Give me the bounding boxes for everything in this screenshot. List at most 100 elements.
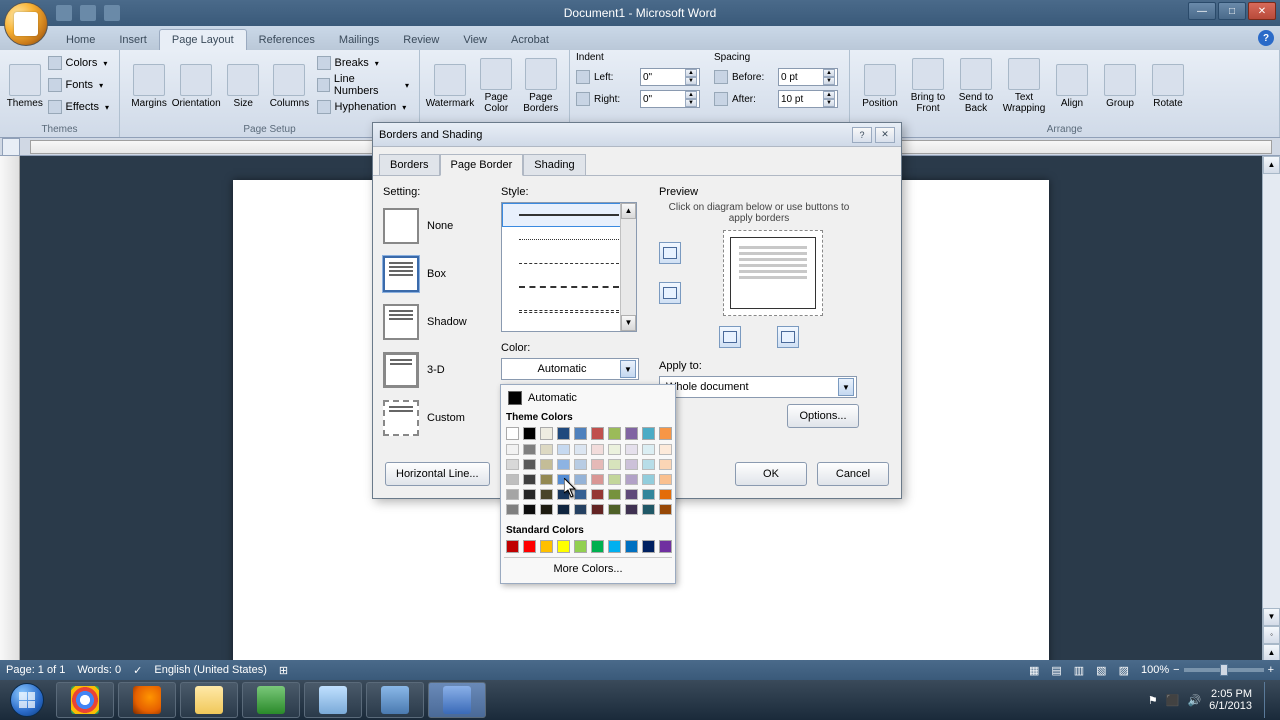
close-button[interactable]: ✕ bbox=[1248, 2, 1276, 20]
breaks-button[interactable]: Breaks▾ bbox=[313, 52, 414, 74]
color-swatch[interactable] bbox=[557, 427, 570, 440]
color-swatch[interactable] bbox=[642, 474, 655, 485]
text-wrap-button[interactable]: Text Wrapping bbox=[1000, 52, 1048, 120]
dialog-tab-shading[interactable]: Shading bbox=[523, 154, 585, 176]
columns-button[interactable]: Columns bbox=[266, 52, 312, 120]
color-swatch[interactable] bbox=[557, 444, 570, 455]
status-words[interactable]: Words: 0 bbox=[77, 664, 121, 676]
color-swatch[interactable] bbox=[659, 540, 672, 553]
tray-flag-icon[interactable]: ⚑ bbox=[1148, 694, 1158, 707]
style-list[interactable]: ▲▼ bbox=[501, 202, 637, 332]
color-swatch[interactable] bbox=[625, 504, 638, 515]
page-color-button[interactable]: Page Color bbox=[474, 52, 519, 120]
line-numbers-button[interactable]: Line Numbers▾ bbox=[313, 74, 414, 96]
tab-view[interactable]: View bbox=[451, 30, 499, 50]
color-swatch[interactable] bbox=[625, 489, 638, 500]
preview-bottom-button[interactable] bbox=[659, 282, 681, 304]
help-icon[interactable]: ? bbox=[1258, 30, 1274, 46]
tray-clock[interactable]: 2:05 PM6/1/2013 bbox=[1209, 688, 1252, 712]
size-button[interactable]: Size bbox=[220, 52, 266, 120]
view-draft-icon[interactable]: ▨ bbox=[1119, 664, 1129, 677]
color-swatch[interactable] bbox=[574, 459, 587, 470]
color-swatch[interactable] bbox=[608, 504, 621, 515]
color-swatch[interactable] bbox=[642, 489, 655, 500]
view-full-icon[interactable]: ▤ bbox=[1051, 664, 1061, 677]
margins-button[interactable]: Margins bbox=[126, 52, 172, 120]
color-swatch[interactable] bbox=[642, 459, 655, 470]
show-desktop-button[interactable] bbox=[1264, 682, 1272, 718]
color-swatch[interactable] bbox=[506, 540, 519, 553]
tab-home[interactable]: Home bbox=[54, 30, 107, 50]
color-swatch[interactable] bbox=[574, 540, 587, 553]
color-swatch[interactable] bbox=[608, 540, 621, 553]
color-swatch[interactable] bbox=[557, 459, 570, 470]
taskbar-media[interactable] bbox=[366, 682, 424, 718]
horizontal-line-button[interactable]: Horizontal Line... bbox=[385, 462, 490, 486]
dialog-tab-page-border[interactable]: Page Border bbox=[440, 154, 524, 176]
color-swatch[interactable] bbox=[625, 474, 638, 485]
page-borders-button[interactable]: Page Borders bbox=[519, 52, 564, 120]
color-swatch[interactable] bbox=[523, 459, 536, 470]
hyphenation-button[interactable]: Hyphenation▾ bbox=[313, 96, 414, 118]
dialog-close-button[interactable]: ✕ bbox=[875, 127, 895, 143]
color-swatch[interactable] bbox=[625, 427, 638, 440]
color-swatch[interactable] bbox=[506, 444, 519, 455]
vertical-scrollbar[interactable]: ▲▼◦▲▼ bbox=[1262, 156, 1280, 680]
color-swatch[interactable] bbox=[540, 444, 553, 455]
indent-right[interactable]: Right:0"▲▼ bbox=[576, 88, 700, 110]
color-swatch[interactable] bbox=[608, 427, 621, 440]
options-button[interactable]: Options... bbox=[787, 404, 859, 428]
vertical-ruler[interactable] bbox=[0, 156, 20, 680]
fonts-button[interactable]: Fonts▾ bbox=[44, 74, 113, 96]
color-swatch[interactable] bbox=[642, 504, 655, 515]
bring-front-button[interactable]: Bring to Front bbox=[904, 52, 952, 120]
colors-button[interactable]: Colors▾ bbox=[44, 52, 113, 74]
taskbar-word[interactable] bbox=[428, 682, 486, 718]
dialog-help-button[interactable]: ? bbox=[852, 127, 872, 143]
view-outline-icon[interactable]: ▧ bbox=[1096, 664, 1106, 677]
group-button[interactable]: Group bbox=[1096, 52, 1144, 120]
color-swatch[interactable] bbox=[591, 540, 604, 553]
taskbar-excel[interactable] bbox=[242, 682, 300, 718]
dialog-tab-borders[interactable]: Borders bbox=[379, 154, 440, 176]
color-swatch[interactable] bbox=[506, 427, 519, 440]
tray-network-icon[interactable]: ⬛ bbox=[1166, 694, 1180, 707]
minimize-button[interactable]: — bbox=[1188, 2, 1216, 20]
status-language[interactable]: English (United States) bbox=[154, 664, 267, 676]
watermark-button[interactable]: Watermark bbox=[426, 52, 474, 120]
color-swatch[interactable] bbox=[523, 427, 536, 440]
color-swatch[interactable] bbox=[540, 540, 553, 553]
color-swatch[interactable] bbox=[506, 459, 519, 470]
color-swatch[interactable] bbox=[523, 474, 536, 485]
color-swatch[interactable] bbox=[591, 504, 604, 515]
tab-mailings[interactable]: Mailings bbox=[327, 30, 391, 50]
color-swatch[interactable] bbox=[659, 459, 672, 470]
preview-top-button[interactable] bbox=[659, 242, 681, 264]
themes-button[interactable]: Themes bbox=[6, 52, 44, 120]
save-icon[interactable] bbox=[56, 5, 72, 21]
color-swatch[interactable] bbox=[574, 444, 587, 455]
setting-none[interactable]: None bbox=[383, 204, 493, 248]
redo-icon[interactable] bbox=[104, 5, 120, 21]
tab-acrobat[interactable]: Acrobat bbox=[499, 30, 561, 50]
color-swatch[interactable] bbox=[540, 474, 553, 485]
spacing-after[interactable]: After:10 pt▲▼ bbox=[714, 88, 838, 110]
color-swatch[interactable] bbox=[659, 504, 672, 515]
tab-review[interactable]: Review bbox=[391, 30, 451, 50]
color-swatch[interactable] bbox=[608, 474, 621, 485]
color-swatch[interactable] bbox=[608, 459, 621, 470]
color-swatch[interactable] bbox=[608, 444, 621, 455]
indent-left[interactable]: Left:0"▲▼ bbox=[576, 66, 700, 88]
color-swatch[interactable] bbox=[523, 504, 536, 515]
color-swatch[interactable] bbox=[625, 444, 638, 455]
preview-left-button[interactable] bbox=[719, 326, 741, 348]
setting-shadow[interactable]: Shadow bbox=[383, 300, 493, 344]
color-swatch[interactable] bbox=[642, 427, 655, 440]
taskbar-chrome[interactable] bbox=[56, 682, 114, 718]
tab-references[interactable]: References bbox=[247, 30, 327, 50]
office-button[interactable] bbox=[4, 2, 48, 46]
maximize-button[interactable]: □ bbox=[1218, 2, 1246, 20]
orientation-button[interactable]: Orientation bbox=[172, 52, 220, 120]
cancel-button[interactable]: Cancel bbox=[817, 462, 889, 486]
color-swatch[interactable] bbox=[557, 540, 570, 553]
